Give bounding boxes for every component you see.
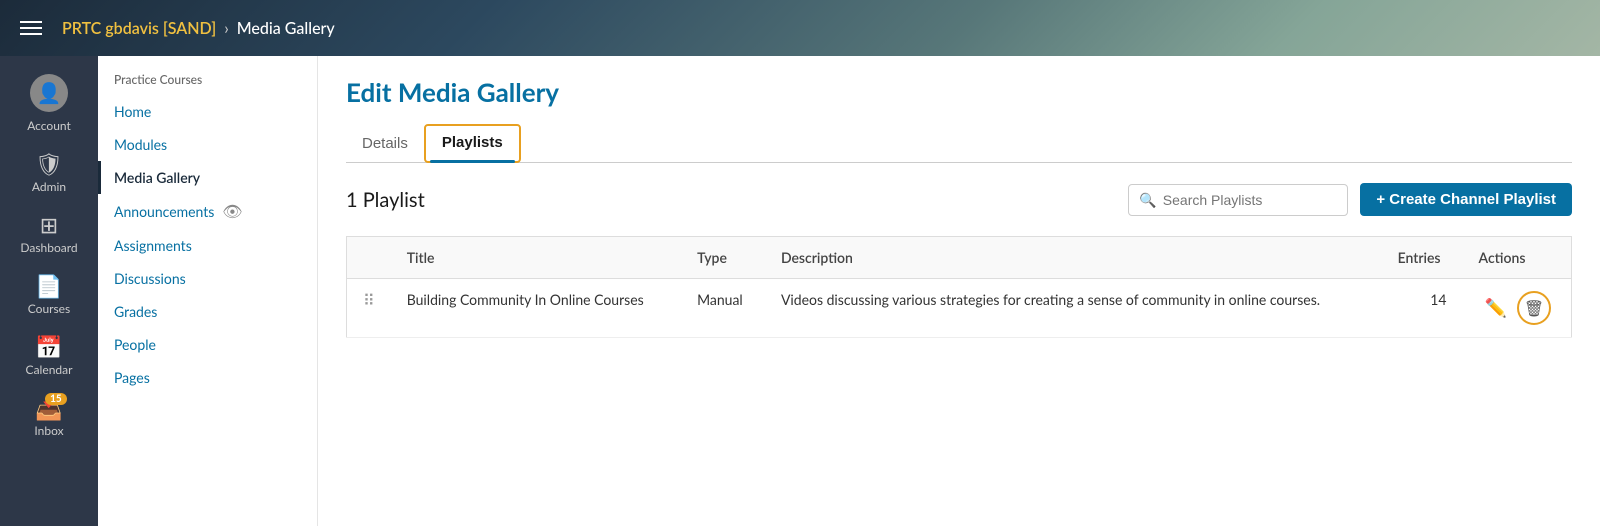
breadcrumb-current: Media Gallery (237, 19, 335, 38)
visibility-icon: 👁 (222, 202, 242, 221)
create-channel-playlist-button[interactable]: + Create Channel Playlist (1360, 183, 1572, 216)
admin-icon: 🛡 (35, 153, 63, 175)
playlist-count: 1 Playlist (346, 188, 425, 212)
breadcrumb-course-link[interactable]: PRTC gbdavis [SAND] (62, 19, 216, 38)
th-entries: Entries (1382, 237, 1463, 279)
sidebar-item-dashboard[interactable]: ⊞ Dashboard (0, 204, 98, 265)
tabs-row: Details Playlists (346, 124, 1572, 163)
playlist-controls: 1 Playlist 🔍 + Create Channel Playlist (346, 183, 1572, 216)
inbox-badge: 15 (45, 393, 67, 405)
course-nav-announcements[interactable]: Announcements 👁 (98, 194, 317, 229)
courses-label: Courses (28, 301, 70, 316)
hamburger-button[interactable] (16, 17, 46, 39)
search-icon: 🔍 (1139, 191, 1156, 209)
td-entries: 14 (1382, 279, 1463, 338)
page-title: Edit Media Gallery (346, 76, 1572, 108)
breadcrumb-separator: › (224, 19, 229, 38)
course-nav-discussions[interactable]: Discussions (98, 262, 317, 295)
table-header-row: Title Type Description Entries Actions (347, 237, 1572, 279)
edit-playlist-button[interactable]: ✏️ (1483, 296, 1509, 321)
trash-icon: 🗑 (1524, 299, 1544, 318)
left-sidebar: 👤 Account 🛡 Admin ⊞ Dashboard 📄 Courses … (0, 56, 98, 526)
account-avatar: 👤 (30, 74, 68, 112)
search-box: 🔍 (1128, 184, 1348, 216)
admin-label: Admin (32, 179, 66, 194)
course-nav-media-gallery[interactable]: Media Gallery (98, 161, 317, 194)
course-nav-pages[interactable]: Pages (98, 361, 317, 394)
search-playlists-input[interactable] (1163, 192, 1338, 208)
course-label: Practice Courses (98, 72, 317, 95)
drag-handle-icon[interactable]: ⠿ (363, 291, 375, 310)
calendar-icon: 📅 (35, 336, 62, 358)
inbox-label: Inbox (34, 423, 63, 438)
td-drag-handle: ⠿ (347, 279, 391, 338)
td-title: Building Community In Online Courses (391, 279, 681, 338)
course-nav-grades[interactable]: Grades (98, 295, 317, 328)
main-layout: 👤 Account 🛡 Admin ⊞ Dashboard 📄 Courses … (0, 56, 1600, 526)
tab-playlists[interactable]: Playlists (424, 124, 521, 163)
top-header: PRTC gbdavis [SAND] › Media Gallery (0, 0, 1600, 56)
dashboard-icon: ⊞ (40, 214, 58, 236)
th-drag (347, 237, 391, 279)
sidebar-item-account[interactable]: 👤 Account (0, 64, 98, 143)
page-title-plain: Edit (346, 76, 398, 108)
td-actions: ✏️ 🗑 (1463, 279, 1572, 338)
main-content: Edit Media Gallery Details Playlists 1 P… (318, 56, 1600, 526)
delete-playlist-button[interactable]: 🗑 (1517, 291, 1551, 325)
sidebar-item-calendar[interactable]: 📅 Calendar (0, 326, 98, 387)
controls-right: 🔍 + Create Channel Playlist (1128, 183, 1572, 216)
page-title-colored: Media Gallery (398, 76, 559, 108)
course-nav-home[interactable]: Home (98, 95, 317, 128)
course-nav-people[interactable]: People (98, 328, 317, 361)
sidebar-item-courses[interactable]: 📄 Courses (0, 265, 98, 326)
row-actions: ✏️ 🗑 (1479, 291, 1555, 325)
tab-details[interactable]: Details (346, 127, 424, 162)
th-type: Type (681, 237, 765, 279)
th-actions: Actions (1463, 237, 1572, 279)
inbox-icon: 📥 15 (35, 397, 62, 419)
account-label: Account (27, 118, 71, 133)
calendar-label: Calendar (26, 362, 73, 377)
sidebar-item-inbox[interactable]: 📥 15 Inbox (0, 387, 98, 448)
pencil-icon: ✏️ (1485, 298, 1507, 318)
th-description: Description (765, 237, 1382, 279)
th-title: Title (391, 237, 681, 279)
table-row: ⠿ Building Community In Online Courses M… (347, 279, 1572, 338)
breadcrumb: PRTC gbdavis [SAND] › Media Gallery (62, 19, 335, 38)
course-nav-assignments[interactable]: Assignments (98, 229, 317, 262)
courses-icon: 📄 (35, 275, 62, 297)
td-type: Manual (681, 279, 765, 338)
playlists-table: Title Type Description Entries Actions ⠿… (346, 236, 1572, 338)
course-sidebar: Practice Courses Home Modules Media Gall… (98, 56, 318, 526)
course-nav-modules[interactable]: Modules (98, 128, 317, 161)
td-description: Videos discussing various strategies for… (765, 279, 1382, 338)
announcements-label: Announcements (114, 203, 214, 220)
dashboard-label: Dashboard (20, 240, 77, 255)
sidebar-item-admin[interactable]: 🛡 Admin (0, 143, 98, 204)
